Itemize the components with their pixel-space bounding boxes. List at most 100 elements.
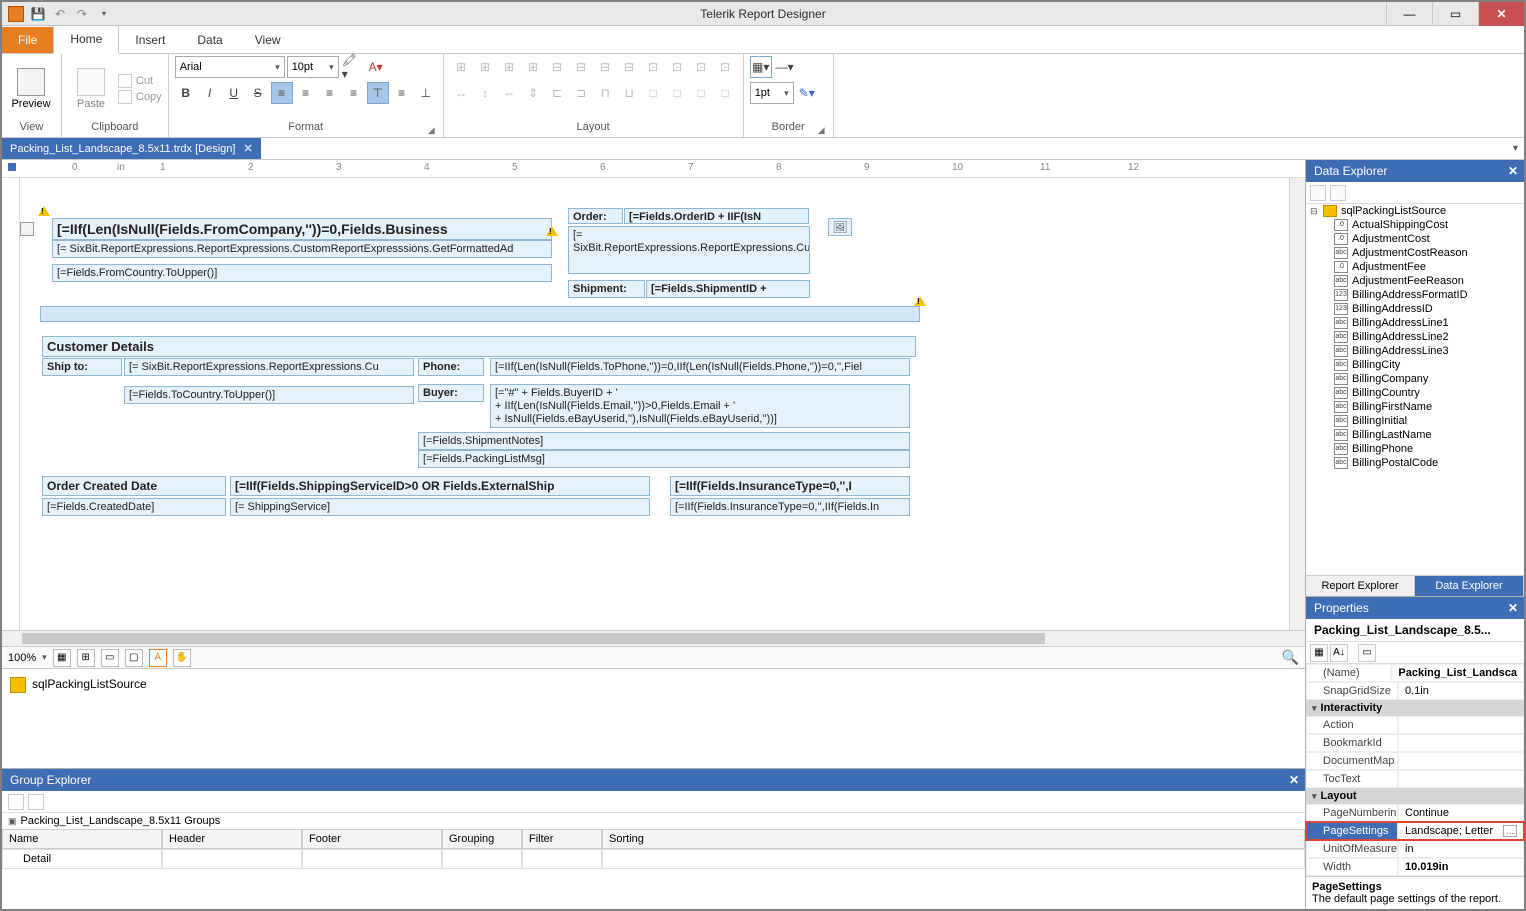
font-size-combo[interactable]: 10pt▾ bbox=[287, 56, 339, 78]
property-row[interactable]: Width10.019in bbox=[1306, 858, 1524, 876]
data-explorer-close-icon[interactable]: ✕ bbox=[1508, 164, 1518, 178]
tree-field[interactable]: abcBillingAddressLine3 bbox=[1306, 344, 1524, 358]
ge-tool-2[interactable] bbox=[28, 794, 44, 810]
format-launcher-icon[interactable]: ◢ bbox=[428, 125, 435, 136]
align-center-button[interactable]: ≡ bbox=[295, 82, 317, 104]
group-explorer-close-icon[interactable]: ✕ bbox=[1289, 773, 1299, 787]
props-pages-button[interactable]: ▭ bbox=[1358, 644, 1376, 662]
font-family-combo[interactable]: Arial▾ bbox=[175, 56, 285, 78]
tree-field[interactable]: .0AdjustmentCost bbox=[1306, 232, 1524, 246]
property-value[interactable] bbox=[1398, 716, 1524, 734]
picturebox[interactable]: 🖼 bbox=[828, 218, 852, 236]
window-maximize-button[interactable]: ▭ bbox=[1432, 2, 1478, 26]
tab-file[interactable]: File bbox=[2, 27, 53, 53]
ge-row-detail[interactable]: Detail bbox=[2, 849, 162, 869]
qat-dropdown-icon[interactable]: ▾ bbox=[96, 6, 112, 22]
label-shipment[interactable]: Shipment: bbox=[568, 280, 645, 298]
properties-close-icon[interactable]: ✕ bbox=[1508, 601, 1518, 615]
border-style-button[interactable]: ▦▾ bbox=[750, 56, 772, 78]
textbox-shipping-service-hdr[interactable]: [=IIf(Fields.ShippingServiceID>0 OR Fiel… bbox=[230, 476, 650, 496]
search-icon[interactable]: 🔍 bbox=[1282, 649, 1299, 666]
italic-button[interactable]: I bbox=[199, 82, 221, 104]
layout-btn-17[interactable]: ⊏ bbox=[546, 82, 568, 104]
strike-button[interactable]: S bbox=[247, 82, 269, 104]
snap-grid-button[interactable]: ▦ bbox=[53, 649, 71, 667]
snap-lines-button[interactable]: ⊞ bbox=[77, 649, 95, 667]
document-tab-close-icon[interactable]: ✕ bbox=[243, 142, 252, 155]
textbox-shipment-notes[interactable]: [=Fields.ShipmentNotes] bbox=[418, 432, 910, 450]
tab-strip-menu-icon[interactable]: ▾ bbox=[1513, 138, 1524, 159]
ge-col-header[interactable]: Header bbox=[162, 829, 302, 849]
property-category[interactable]: ▾Layout bbox=[1306, 788, 1524, 804]
textbox-created-date[interactable]: [=Fields.CreatedDate] bbox=[42, 498, 226, 516]
zoom-dropdown-icon[interactable]: ▾ bbox=[42, 652, 47, 663]
ellipsis-button[interactable]: ... bbox=[1503, 825, 1517, 837]
tree-field[interactable]: abcAdjustmentFeeReason bbox=[1306, 274, 1524, 288]
ge-col-sorting[interactable]: Sorting bbox=[602, 829, 1305, 849]
chevron-down-icon[interactable]: ▾ bbox=[1312, 703, 1317, 714]
tree-field[interactable]: abcBillingCountry bbox=[1306, 386, 1524, 400]
qat-redo-icon[interactable]: ↷ bbox=[74, 6, 90, 22]
textbox-from-company[interactable]: [=IIf(Len(IsNull(Fields.FromCompany,''))… bbox=[52, 218, 552, 240]
bold-button[interactable]: B bbox=[175, 82, 197, 104]
window-close-button[interactable]: ✕ bbox=[1478, 2, 1524, 26]
collapse-icon[interactable]: ⊟ bbox=[1310, 206, 1319, 217]
layout-btn-4[interactable]: ⊞ bbox=[522, 56, 544, 78]
qat-undo-icon[interactable]: ↶ bbox=[52, 6, 68, 22]
tree-field[interactable]: abcBillingLastName bbox=[1306, 428, 1524, 442]
tree-field[interactable]: abcBillingAddressLine1 bbox=[1306, 316, 1524, 330]
property-row[interactable]: DocumentMap bbox=[1306, 752, 1524, 770]
tab-data-explorer[interactable]: Data Explorer bbox=[1415, 576, 1524, 596]
label-order[interactable]: Order: bbox=[568, 208, 623, 224]
preview-button[interactable]: Preview bbox=[8, 59, 54, 119]
vertical-ruler[interactable] bbox=[2, 178, 20, 630]
paste-button[interactable]: Paste bbox=[68, 59, 114, 119]
textbox-to-country[interactable]: [=Fields.ToCountry.ToUpper()] bbox=[124, 386, 414, 404]
tree-field[interactable]: 123BillingAddressFormatID bbox=[1306, 288, 1524, 302]
layout-btn-3[interactable]: ⊞ bbox=[498, 56, 520, 78]
show-dimensions-button[interactable]: ▭ bbox=[101, 649, 119, 667]
property-value[interactable] bbox=[1398, 752, 1524, 770]
property-value[interactable]: in bbox=[1398, 840, 1524, 858]
tree-field[interactable]: abcBillingPhone bbox=[1306, 442, 1524, 456]
tree-field[interactable]: abcBillingFirstName bbox=[1306, 400, 1524, 414]
property-value[interactable]: 10.019in bbox=[1398, 858, 1524, 876]
textbox-barcode-expr[interactable]: [= SixBit.ReportExpressions.ReportExpres… bbox=[568, 226, 810, 274]
layout-btn-19[interactable]: ⊓ bbox=[594, 82, 616, 104]
textbox-ship-to[interactable]: [= SixBit.ReportExpressions.ReportExpres… bbox=[124, 358, 414, 376]
panel-divider[interactable] bbox=[40, 306, 920, 322]
ge-cell[interactable] bbox=[442, 849, 522, 869]
valign-bottom-button[interactable]: ⊥ bbox=[415, 82, 437, 104]
tab-insert[interactable]: Insert bbox=[119, 27, 181, 53]
textbox-packing-msg[interactable]: [=Fields.PackingListMsg] bbox=[418, 450, 910, 468]
layout-btn-10[interactable]: ⊡ bbox=[666, 56, 688, 78]
layout-btn-23[interactable]: □ bbox=[690, 82, 712, 104]
show-watermark-button[interactable]: A bbox=[149, 649, 167, 667]
section-handle-icon[interactable] bbox=[20, 222, 34, 236]
layout-btn-1[interactable]: ⊞ bbox=[450, 56, 472, 78]
label-order-created[interactable]: Order Created Date bbox=[42, 476, 226, 496]
property-value[interactable]: Continue bbox=[1398, 804, 1524, 822]
tab-home[interactable]: Home bbox=[53, 25, 119, 54]
layout-btn-5[interactable]: ⊟ bbox=[546, 56, 568, 78]
tree-field[interactable]: abcBillingCompany bbox=[1306, 372, 1524, 386]
tab-view[interactable]: View bbox=[239, 27, 297, 53]
property-row[interactable]: BookmarkId bbox=[1306, 734, 1524, 752]
tree-expand-icon[interactable]: ▣ bbox=[8, 816, 17, 827]
layout-btn-6[interactable]: ⊟ bbox=[570, 56, 592, 78]
layout-btn-24[interactable]: □ bbox=[714, 82, 736, 104]
layout-btn-20[interactable]: ⊔ bbox=[618, 82, 640, 104]
textbox-order-id[interactable]: [=Fields.OrderID + IIF(IsN bbox=[624, 208, 809, 224]
qat-save-icon[interactable]: 💾 bbox=[30, 6, 46, 22]
layout-btn-11[interactable]: ⊡ bbox=[690, 56, 712, 78]
align-justify-button[interactable]: ≡ bbox=[343, 82, 365, 104]
fore-color-button[interactable]: A▾ bbox=[365, 56, 387, 78]
property-value[interactable]: Packing_List_Landsca bbox=[1391, 664, 1524, 682]
tree-field[interactable]: abcBillingInitial bbox=[1306, 414, 1524, 428]
border-line-button[interactable]: —▾ bbox=[774, 56, 796, 78]
textbox-insurance[interactable]: [=IIf(Fields.InsuranceType=0,'',IIf(Fiel… bbox=[670, 498, 910, 516]
property-category[interactable]: ▾Interactivity bbox=[1306, 700, 1524, 716]
property-row[interactable]: PageSettingsLandscape; Letter... bbox=[1306, 822, 1524, 840]
back-color-button[interactable]: 🖍▾ bbox=[341, 56, 363, 78]
ge-cell[interactable] bbox=[522, 849, 602, 869]
